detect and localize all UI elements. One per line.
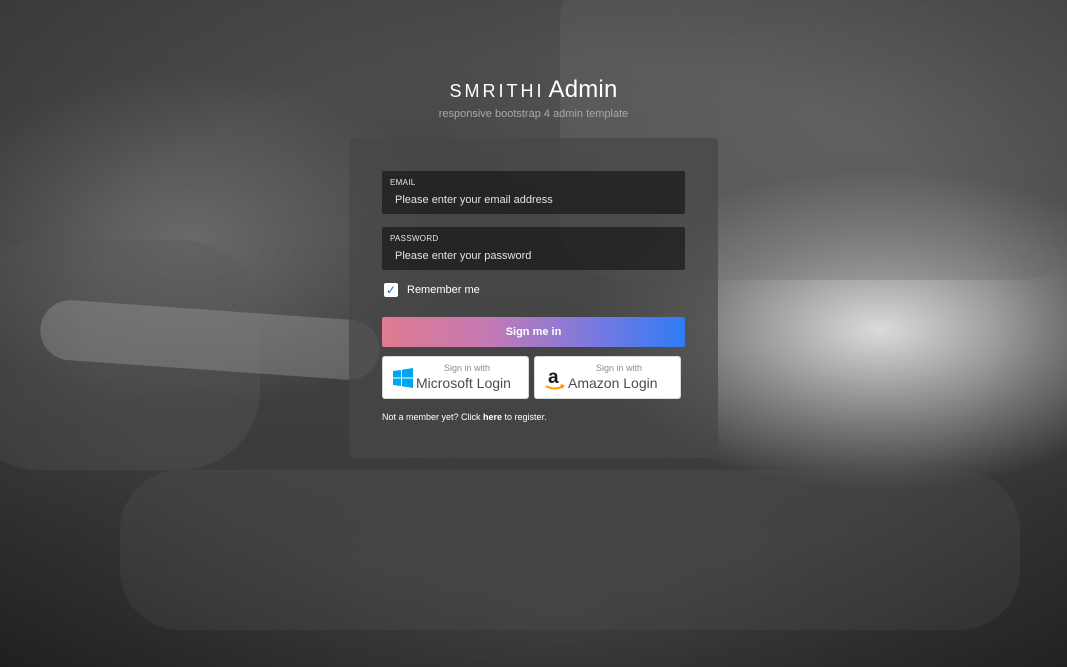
register-prefix: Not a member yet? Click xyxy=(382,412,484,422)
register-suffix: to register. xyxy=(502,412,547,422)
email-label: EMAIL xyxy=(390,178,416,187)
register-link[interactable]: here xyxy=(483,412,502,422)
brand-name-large: Admin xyxy=(548,76,618,103)
svg-text:a: a xyxy=(548,367,559,388)
amazon-icon: a xyxy=(545,367,565,390)
remember-me-label[interactable]: Remember me xyxy=(407,284,480,296)
password-field[interactable]: PASSWORD xyxy=(382,227,685,270)
windows-icon xyxy=(393,368,413,388)
email-input[interactable] xyxy=(395,191,675,209)
password-label: PASSWORD xyxy=(390,234,439,243)
amazon-login-label: Amazon Login xyxy=(568,375,658,391)
remember-me-checkbox[interactable]: ✓ xyxy=(384,283,398,297)
login-card: EMAIL PASSWORD ✓ Remember me Sign me in … xyxy=(349,138,718,458)
password-input[interactable] xyxy=(395,247,675,265)
remember-me[interactable]: ✓ Remember me xyxy=(384,283,480,297)
amazon-sign-in-small: Sign in with xyxy=(595,363,643,373)
brand-name-small: SMRITHI xyxy=(449,81,545,101)
microsoft-login-label: Microsoft Login xyxy=(416,375,511,391)
amazon-login-button[interactable]: a Sign in with Amazon Login xyxy=(534,356,681,399)
microsoft-sign-in-small: Sign in with xyxy=(443,363,491,373)
sign-in-button[interactable]: Sign me in xyxy=(382,317,685,347)
brand-logo: SMRITHI Admin xyxy=(0,76,1067,104)
brand-tagline: responsive bootstrap 4 admin template xyxy=(438,108,629,120)
register-prompt: Not a member yet? Click here to register… xyxy=(382,412,547,422)
email-field[interactable]: EMAIL xyxy=(382,171,685,214)
check-icon: ✓ xyxy=(385,283,397,297)
microsoft-login-button[interactable]: Sign in with Microsoft Login xyxy=(382,356,529,399)
